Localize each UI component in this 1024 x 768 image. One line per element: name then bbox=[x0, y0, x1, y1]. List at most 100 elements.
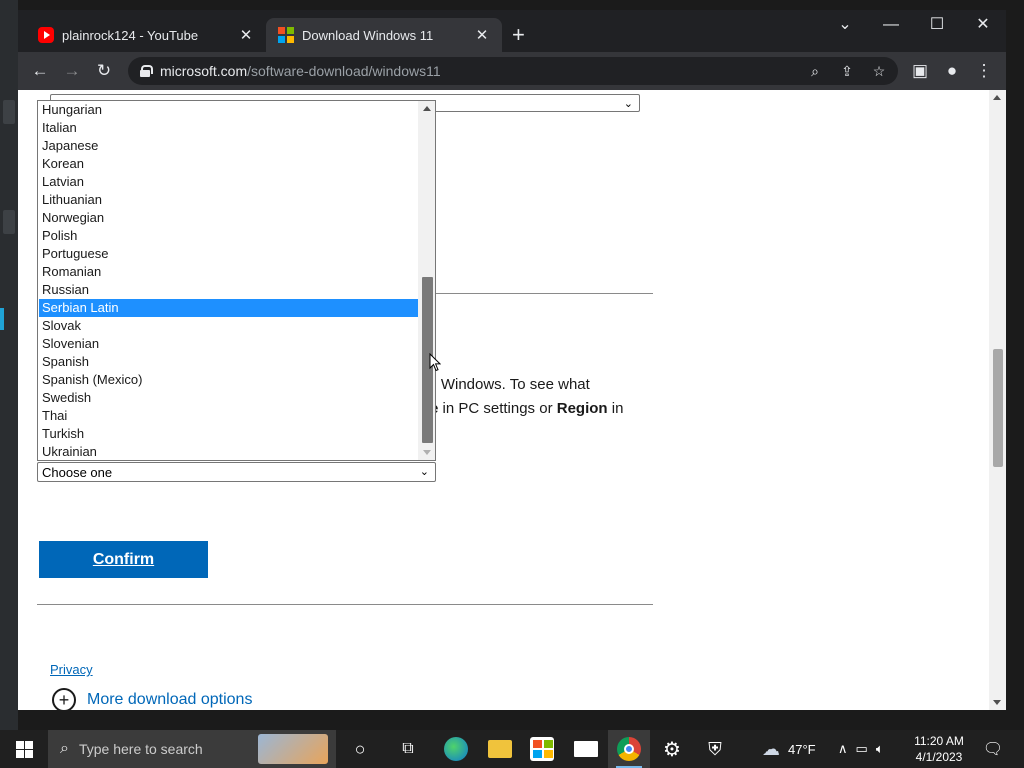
system-tray: ∧ ▭ 🔈︎ bbox=[838, 730, 884, 768]
instruction-text-line2: e in PC settings or Region in bbox=[430, 397, 623, 421]
tab-download-windows[interactable]: Download Windows 11 ✕ bbox=[266, 18, 502, 52]
close-window-button[interactable]: ✕ bbox=[960, 14, 1006, 36]
dropdown-option[interactable]: Polish bbox=[39, 227, 419, 245]
tab-title: Download Windows 11 bbox=[302, 27, 434, 43]
privacy-link[interactable]: Privacy bbox=[50, 662, 93, 677]
dropdown-option[interactable]: Lithuanian bbox=[39, 191, 419, 209]
confirm-button[interactable]: Confirm bbox=[39, 541, 208, 578]
file-explorer-icon[interactable] bbox=[478, 730, 522, 768]
lock-icon[interactable] bbox=[140, 65, 153, 77]
page-scroll-thumb[interactable] bbox=[993, 349, 1003, 467]
desktop-icon[interactable] bbox=[3, 210, 15, 234]
dropdown-option[interactable]: Romanian bbox=[39, 263, 419, 281]
edge-icon[interactable] bbox=[434, 730, 478, 768]
desktop-accent bbox=[0, 308, 4, 330]
windows-logo-icon bbox=[15, 740, 33, 758]
taskbar-search-box[interactable]: ⌕ Type here to search bbox=[48, 730, 336, 768]
tab-title: plainrock124 - YouTube bbox=[62, 27, 199, 43]
scroll-up-arrow-icon[interactable] bbox=[993, 95, 1001, 100]
dropdown-option[interactable]: Japanese bbox=[39, 137, 419, 155]
dropdown-option[interactable]: Swedish bbox=[39, 389, 419, 407]
task-view-icon[interactable]: ⧉ bbox=[386, 730, 430, 768]
close-tab-icon[interactable]: ✕ bbox=[238, 26, 254, 44]
mail-icon[interactable] bbox=[564, 730, 608, 768]
share-icon[interactable]: ⇪ bbox=[836, 60, 858, 82]
show-hidden-icons-chevron-icon[interactable]: ∧ bbox=[838, 741, 848, 757]
close-tab-icon[interactable]: ✕ bbox=[474, 26, 490, 44]
browser-toolbar: ← → ↻ microsoft.com/software-download/wi… bbox=[18, 52, 1006, 90]
network-icon[interactable]: ▭ bbox=[856, 741, 868, 757]
settings-gear-icon[interactable]: ⚙ bbox=[650, 730, 694, 768]
scroll-down-arrow-icon[interactable] bbox=[423, 450, 431, 455]
dropdown-option[interactable]: Slovenian bbox=[39, 335, 419, 353]
more-download-options-label: More download options bbox=[87, 691, 253, 708]
start-button[interactable] bbox=[0, 730, 48, 768]
microsoft-icon bbox=[278, 27, 294, 43]
language-select[interactable]: Choose one ⌄ bbox=[37, 462, 436, 482]
dropdown-option[interactable]: Ukrainian bbox=[39, 443, 419, 461]
maximize-button[interactable]: ☐ bbox=[914, 14, 960, 36]
taskbar-clock[interactable]: 11:20 AM 4/1/2023 bbox=[908, 733, 970, 765]
back-button[interactable]: ← bbox=[29, 60, 51, 82]
profile-icon[interactable]: ● bbox=[941, 60, 963, 82]
bookmark-star-icon[interactable]: ☆ bbox=[868, 60, 890, 82]
page-scrollbar[interactable] bbox=[989, 90, 1006, 710]
bold-term-region: Region bbox=[556, 400, 608, 417]
dropdown-option[interactable]: Serbian Latin bbox=[39, 299, 419, 317]
windows-taskbar: ⌕ Type here to search ○ ⧉ ⚙ ⛨ ☁ 47°F ∧ ▭… bbox=[0, 730, 1024, 768]
dropdown-option[interactable]: Norwegian bbox=[39, 209, 419, 227]
notifications-icon[interactable]: 🗨︎ bbox=[978, 730, 1008, 768]
desktop-icon[interactable] bbox=[3, 100, 15, 124]
reload-button[interactable]: ↻ bbox=[93, 60, 115, 82]
security-shield-icon[interactable]: ⛨ bbox=[694, 730, 736, 768]
dropdown-option[interactable]: Spanish bbox=[39, 353, 419, 371]
language-select-value: Choose one bbox=[42, 464, 113, 480]
dropdown-option[interactable]: Portuguese bbox=[39, 245, 419, 263]
tab-youtube[interactable]: plainrock124 - YouTube ✕ bbox=[26, 18, 266, 52]
dropdown-option[interactable]: Korean bbox=[39, 155, 419, 173]
clock-time: 11:20 AM bbox=[914, 734, 964, 748]
menu-kebab-icon[interactable]: ⋮ bbox=[973, 60, 995, 82]
tab-search-icon[interactable]: ⌄ bbox=[822, 14, 868, 36]
dropdown-option[interactable]: Spanish (Mexico) bbox=[39, 371, 419, 389]
instruction-text: in PC settings or bbox=[438, 400, 557, 417]
url-host: microsoft.com bbox=[160, 63, 248, 79]
cloud-icon: ☁ bbox=[762, 738, 780, 759]
chrome-icon[interactable] bbox=[608, 730, 650, 768]
cortana-icon[interactable]: ○ bbox=[340, 730, 380, 768]
section-divider bbox=[37, 604, 653, 605]
side-panel-icon[interactable]: ▣ bbox=[909, 60, 931, 82]
url-path: /software-download/windows11 bbox=[247, 63, 441, 79]
plus-circle-icon: + bbox=[52, 688, 76, 710]
browser-window: plainrock124 - YouTube ✕ Download Window… bbox=[18, 10, 1006, 710]
page-viewport: ⌄ ll Windows. To see what e in PC settin… bbox=[18, 90, 1006, 710]
dropdown-option[interactable]: Slovak bbox=[39, 317, 419, 335]
microsoft-store-icon[interactable] bbox=[520, 730, 564, 768]
new-tab-button[interactable]: + bbox=[512, 24, 525, 46]
dropdown-option[interactable]: Italian bbox=[39, 119, 419, 137]
weather-widget[interactable]: ☁ 47°F bbox=[762, 730, 816, 768]
dropdown-option[interactable]: Turkish bbox=[39, 425, 419, 443]
volume-icon[interactable]: 🔈︎ bbox=[876, 741, 884, 757]
scroll-down-arrow-icon[interactable] bbox=[993, 700, 1001, 705]
dropdown-option[interactable]: Thai bbox=[39, 407, 419, 425]
dropdown-option[interactable]: Russian bbox=[39, 281, 419, 299]
forward-button[interactable]: → bbox=[61, 60, 83, 82]
desktop-background-strip bbox=[0, 0, 18, 730]
dropdown-scrollbar[interactable] bbox=[418, 101, 435, 460]
search-icon: ⌕ bbox=[60, 740, 69, 757]
download-page: ⌄ ll Windows. To see what e in PC settin… bbox=[18, 90, 988, 710]
dropdown-option[interactable]: Hungarian bbox=[39, 101, 419, 119]
scroll-up-arrow-icon[interactable] bbox=[423, 106, 431, 111]
dropdown-option[interactable]: Latvian bbox=[39, 173, 419, 191]
instruction-text: in bbox=[607, 400, 624, 417]
zoom-search-icon[interactable]: ⌕ bbox=[804, 60, 826, 82]
search-highlight-image bbox=[258, 734, 328, 764]
language-dropdown-list[interactable]: Hungarian Italian Japanese Korean Latvian Lit… bbox=[37, 100, 436, 461]
more-download-options-link[interactable]: + More download options bbox=[52, 688, 252, 710]
address-bar[interactable]: microsoft.com/software-download/windows1… bbox=[128, 57, 898, 85]
minimize-button[interactable]: — bbox=[868, 14, 914, 36]
chevron-down-icon: ⌄ bbox=[623, 98, 633, 110]
chevron-down-icon: ⌄ bbox=[419, 466, 429, 478]
clock-date: 4/1/2023 bbox=[915, 750, 963, 764]
